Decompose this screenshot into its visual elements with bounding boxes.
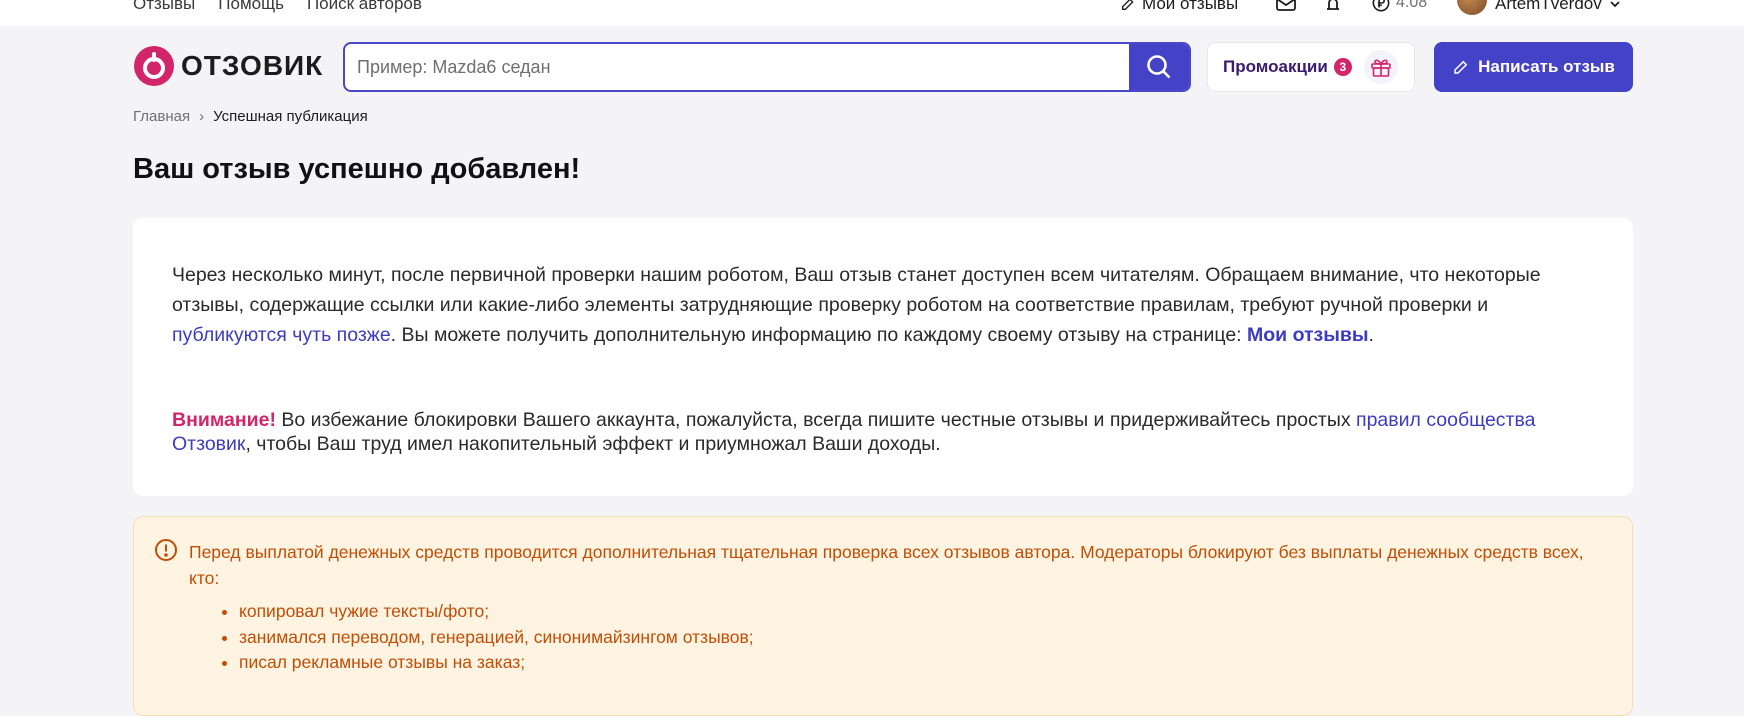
info-card: Через несколько минут, после первичной п… <box>133 218 1633 496</box>
pencil-icon <box>1454 60 1468 74</box>
bell-icon[interactable] <box>1324 0 1342 11</box>
list-item: занимался переводом, генерацией, синоним… <box>239 625 754 651</box>
write-review-button[interactable]: Написать отзыв <box>1434 42 1633 92</box>
top-link-reviews[interactable]: Отзывы <box>133 0 195 14</box>
info-paragraph: Через несколько минут, после первичной п… <box>172 260 1592 350</box>
pencil-icon <box>1122 0 1134 10</box>
logo-icon <box>134 46 174 86</box>
warning-text-1: Во избежание блокировки Вашего аккаунта,… <box>275 409 1357 431</box>
list-item: писал рекламные отзывы на заказ; <box>239 650 754 676</box>
warning-label: Внимание! <box>172 409 276 431</box>
promo-label: Промоакции <box>1223 57 1328 76</box>
top-bar: Отзывы Помощь Поиск авторов Мои отзывы 4… <box>0 0 1744 26</box>
search-bar <box>343 42 1191 92</box>
balance-value: 4.08 <box>1396 0 1428 11</box>
my-reviews-link[interactable]: Мои отзывы <box>1120 0 1238 14</box>
my-reviews-label: Мои отзывы <box>1142 0 1239 13</box>
warning-paragraph: Внимание! Во избежание блокировки Вашего… <box>172 408 1592 456</box>
top-links: Отзывы Помощь Поиск авторов <box>133 0 422 14</box>
top-link-author-search[interactable]: Поиск авторов <box>307 0 422 14</box>
published-later-link[interactable]: публикуются чуть позже <box>172 324 391 346</box>
info-text-end: . <box>1368 324 1374 346</box>
search-input[interactable] <box>345 44 1129 90</box>
promo-count-badge: 3 <box>1333 58 1352 76</box>
breadcrumb-current: Успешная публикация <box>213 108 368 125</box>
payout-alert: Перед выплатой денежных средств проводит… <box>133 516 1633 716</box>
search-button[interactable] <box>1129 44 1189 90</box>
write-review-label: Написать отзыв <box>1478 57 1615 76</box>
info-text-2: . Вы можете получить дополнительную инфо… <box>390 324 1248 346</box>
breadcrumb-home[interactable]: Главная <box>133 108 190 125</box>
list-item: копировал чужие тексты/фото; <box>239 599 754 625</box>
info-text-1: Через несколько минут, после первичной п… <box>172 264 1541 316</box>
alert-list: копировал чужие тексты/фото; занимался п… <box>239 599 754 676</box>
my-reviews-page-link[interactable]: Мои отзывы <box>1247 324 1369 346</box>
page-title: Ваш отзыв успешно добавлен! <box>133 153 581 185</box>
exclamation-circle-icon <box>155 539 177 561</box>
username: ArtemTverdov <box>1495 0 1602 13</box>
top-right: Мои отзывы <box>1120 0 1238 14</box>
warning-text-2: , чтобы Ваш труд имел накопительный эффе… <box>245 433 941 455</box>
breadcrumb: Главная › Успешная публикация <box>133 108 368 125</box>
ruble-coin-icon <box>1372 0 1390 12</box>
mail-icon[interactable] <box>1276 0 1296 11</box>
logo-text: ОТЗОВИК <box>181 50 324 81</box>
avatar <box>1457 0 1487 15</box>
search-icon <box>1147 55 1171 79</box>
breadcrumb-separator: › <box>199 108 205 125</box>
logo[interactable]: ОТЗОВИК <box>133 45 323 87</box>
top-link-help[interactable]: Помощь <box>218 0 284 14</box>
promo-button[interactable]: Промоакции 3 <box>1207 42 1415 92</box>
gift-icon <box>1363 50 1398 84</box>
chevron-down-icon <box>1610 1 1620 8</box>
alert-text: Перед выплатой денежных средств проводит… <box>189 542 1584 588</box>
user-menu[interactable]: ArtemTverdov <box>1457 0 1620 15</box>
balance[interactable]: 4.08 <box>1372 0 1427 12</box>
